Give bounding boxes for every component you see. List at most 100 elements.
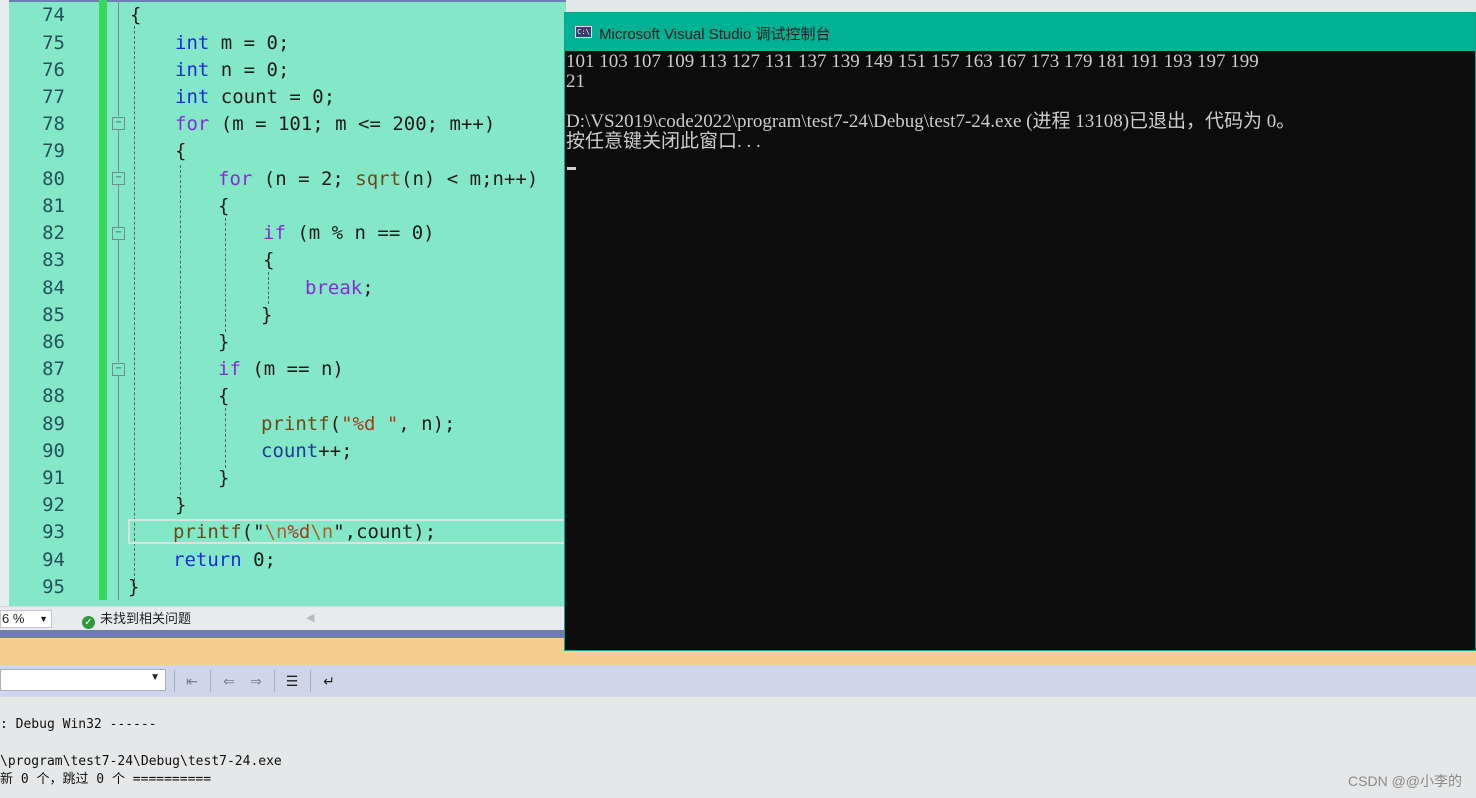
line-number: 76	[42, 59, 65, 81]
console-title: Microsoft Visual Studio 调试控制台	[599, 26, 831, 43]
code-text: (n = 2;	[252, 168, 356, 190]
issues-indicator[interactable]: ✓ 未找到相关问题	[82, 611, 191, 629]
code-line-92[interactable]: }	[175, 492, 186, 518]
code-text: 0;	[241, 549, 276, 571]
code-line-94[interactable]: return 0;	[173, 547, 276, 573]
line-number: 87	[42, 358, 65, 380]
keyword: for	[218, 168, 253, 190]
keyword: int	[175, 32, 210, 54]
console-output-line: 101 103 107 109 113 127 131 137 139 149 …	[566, 51, 1259, 72]
code-line-82[interactable]: if (m % n == 0)	[263, 220, 435, 246]
keyword: int	[175, 86, 210, 108]
code-line-86[interactable]: }	[218, 329, 229, 355]
string-literal: "%d "	[341, 413, 399, 435]
clear-all-icon[interactable]: ☰	[281, 670, 303, 692]
keyword: break	[305, 277, 363, 299]
next-message-icon[interactable]: ⇒	[245, 670, 267, 692]
keyword: if	[263, 222, 286, 244]
code-line-85[interactable]: }	[261, 302, 272, 328]
console-titlebar[interactable]: C:\ Microsoft Visual Studio 调试控制台	[565, 13, 1475, 51]
output-pane[interactable]: : Debug Win32 ------ \program\test7-24\D…	[0, 697, 1476, 798]
code-line-83[interactable]: {	[263, 247, 274, 273]
line-number: 91	[42, 467, 65, 489]
find-message-icon[interactable]: ⇤	[181, 670, 203, 692]
line-number: 82	[42, 222, 65, 244]
previous-message-icon[interactable]: ⇐	[218, 670, 240, 692]
collapse-icon[interactable]: −	[112, 172, 125, 185]
line-number: 81	[42, 195, 65, 217]
function-name: sqrt	[355, 168, 402, 190]
line-number: 77	[42, 86, 65, 108]
line-number: 90	[42, 440, 65, 462]
variable: count	[261, 440, 319, 462]
indent-guide	[268, 272, 269, 304]
zoom-dropdown[interactable]: 6 % ▼	[0, 610, 52, 628]
code-line-80[interactable]: for (n = 2; sqrt(n) < m;n++)	[218, 166, 538, 192]
console-app-icon: C:\	[575, 26, 592, 38]
indent-guide	[134, 26, 135, 586]
debug-console-window[interactable]: C:\ Microsoft Visual Studio 调试控制台 101 10…	[564, 12, 1476, 651]
code-line-88[interactable]: {	[218, 383, 229, 409]
line-number: 84	[42, 277, 65, 299]
indent-guide	[225, 408, 226, 468]
issues-text: 未找到相关问题	[100, 611, 192, 626]
console-output-line: 按任意键关闭此窗口. . .	[566, 131, 761, 152]
editor-horizontal-scrollbar[interactable]	[0, 630, 566, 638]
keyword: return	[173, 549, 242, 571]
code-text: ("	[241, 521, 265, 543]
code-text: ++;	[318, 440, 353, 462]
code-text: (	[329, 413, 342, 435]
line-number: 94	[42, 549, 65, 571]
code-editor[interactable]: 74 75 76 77 78 79 80 81 82 83 84 85 86 8…	[0, 0, 566, 606]
collapse-icon[interactable]: −	[112, 117, 125, 130]
collapse-icon[interactable]: −	[112, 363, 125, 376]
line-number: 83	[42, 249, 65, 271]
escape-sequence: \n	[264, 521, 288, 543]
outline-line	[118, 0, 119, 116]
word-wrap-icon[interactable]: ↵	[318, 670, 340, 692]
code-line-95[interactable]: }	[128, 574, 139, 600]
collapse-icon[interactable]: −	[112, 227, 125, 240]
line-number: 75	[42, 32, 65, 54]
line-number: 92	[42, 494, 65, 516]
code-line-78[interactable]: for (m = 101; m <= 200; m++)	[175, 111, 495, 137]
code-line-90[interactable]: count++;	[261, 438, 353, 464]
toolbar-separator	[310, 670, 311, 692]
code-text: (n) < m;n++)	[401, 168, 539, 190]
function-name: printf	[261, 413, 330, 435]
code-line-81[interactable]: {	[218, 193, 229, 219]
output-line: \program\test7-24\Debug\test7-24.exe	[0, 754, 282, 769]
string-literal: %d	[287, 521, 311, 543]
code-line-87[interactable]: if (m == n)	[218, 356, 344, 382]
code-line-79[interactable]: {	[175, 138, 186, 164]
keyword: for	[175, 113, 210, 135]
line-number: 85	[42, 304, 65, 326]
escape-sequence: \n	[310, 521, 334, 543]
code-line-75[interactable]: int m = 0;	[175, 30, 289, 56]
output-line: : Debug Win32 ------	[0, 717, 157, 732]
code-line-91[interactable]: }	[218, 465, 229, 491]
code-line-89[interactable]: printf("%d ", n);	[261, 411, 456, 437]
outline-line	[118, 185, 119, 227]
console-output-line: 21	[566, 71, 585, 92]
code-text: , n);	[398, 413, 456, 435]
scroll-left-icon[interactable]: ◀	[306, 611, 314, 624]
code-line-77[interactable]: int count = 0;	[175, 84, 335, 110]
outline-line	[118, 130, 119, 172]
code-text: n = 0;	[209, 59, 290, 81]
code-text: (m % n == 0)	[285, 222, 435, 244]
output-line: 新 0 个，跳过 0 个 ==========	[0, 772, 212, 787]
line-number: 88	[42, 385, 65, 407]
output-source-select[interactable]: ▼	[0, 669, 166, 691]
line-number: 89	[42, 413, 65, 435]
code-text: (m = 101; m <= 200; m++)	[209, 113, 496, 135]
line-number: 80	[42, 168, 65, 190]
code-line-76[interactable]: int n = 0;	[175, 57, 289, 83]
code-line-93[interactable]: printf("\n%d\n",count);	[173, 519, 436, 545]
code-text: count = 0;	[209, 86, 336, 108]
console-cursor	[567, 167, 576, 170]
code-line-74[interactable]: {	[130, 2, 141, 28]
watermark: CSDN @@小李的	[1348, 773, 1462, 789]
editor-top-border	[0, 0, 566, 2]
code-line-84[interactable]: break;	[305, 275, 374, 301]
